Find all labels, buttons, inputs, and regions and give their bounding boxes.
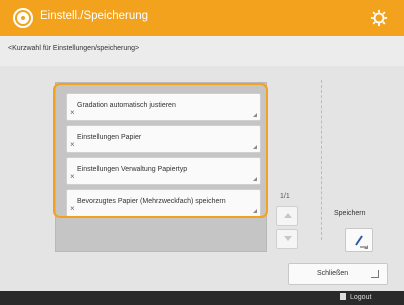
arrow-up-icon — [284, 213, 292, 218]
save-button[interactable] — [345, 228, 373, 252]
close-button[interactable]: Schließen — [288, 263, 388, 285]
arrow-down-icon — [284, 236, 292, 241]
status-bar: Logout — [0, 291, 404, 305]
save-label: Speichern — [334, 210, 366, 217]
close-button-label: Schließen — [317, 270, 349, 277]
logout-icon — [340, 293, 346, 300]
title-bar: Einstell./Speicherung — [0, 0, 404, 36]
scroll-down-button[interactable] — [276, 229, 298, 249]
logout-label: Logout — [350, 294, 372, 301]
gear-icon[interactable] — [370, 9, 388, 27]
breadcrumb-text: <Kurzwahl für Einstellungen/speicherung> — [8, 45, 140, 52]
scroll-up-button[interactable] — [276, 206, 298, 226]
main-content: × Gradation automatisch justieren × Eins… — [0, 66, 404, 291]
logout-button[interactable]: Logout — [340, 293, 371, 301]
pencil-icon — [355, 235, 368, 249]
page-title: Einstell./Speicherung — [40, 10, 149, 22]
selection-highlight — [53, 83, 268, 218]
settings-menu-icon — [13, 8, 33, 28]
return-icon — [371, 270, 379, 278]
page-indicator: 1/1 — [280, 193, 290, 200]
breadcrumb: <Kurzwahl für Einstellungen/speicherung> — [0, 36, 404, 66]
divider — [321, 80, 322, 240]
